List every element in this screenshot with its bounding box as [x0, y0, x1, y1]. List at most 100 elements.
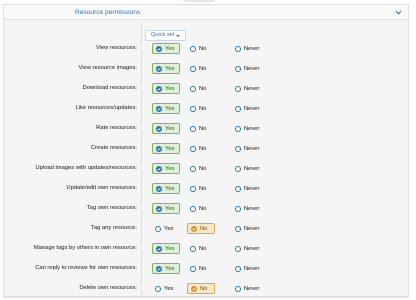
option-no[interactable]: No [187, 143, 215, 154]
option-yes-selected[interactable]: Yes [152, 163, 180, 174]
radio-checked-icon [191, 285, 197, 292]
option-yes-selected[interactable]: Yes [152, 43, 180, 54]
option-never[interactable]: Never [232, 103, 264, 114]
option-yes-selected[interactable]: Yes [152, 63, 180, 74]
radio-icon [235, 165, 241, 172]
permission-label: Download resources: [82, 85, 137, 91]
radio-icon [155, 285, 161, 292]
quick-set-label: Quick set [151, 32, 175, 38]
permission-row: Update/edit own resources: Yes No Never [4, 182, 408, 196]
permission-row: Tag any resource: Yes No Never [4, 222, 408, 236]
radio-icon [235, 145, 241, 152]
radio-checked-icon [156, 145, 162, 152]
section-title: Resource permissions [75, 9, 141, 16]
option-no[interactable]: No [187, 163, 215, 174]
permission-row: View resources: Yes No Never [4, 42, 408, 56]
option-yes-selected[interactable]: Yes [152, 263, 180, 274]
radio-icon [235, 125, 241, 132]
option-never[interactable]: Never [232, 43, 264, 54]
option-never[interactable]: Never [232, 183, 264, 194]
option-yes[interactable]: Yes [152, 223, 180, 234]
option-label: Yes [165, 265, 175, 272]
radio-icon [190, 185, 196, 192]
radio-icon [235, 205, 241, 212]
permission-row: Can reply to reviews for own resources: Y… [4, 262, 408, 276]
option-yes-selected[interactable]: Yes [152, 83, 180, 94]
option-label: Yes [165, 165, 175, 172]
radio-checked-icon [156, 265, 162, 272]
option-label: Yes [165, 45, 175, 52]
option-label: Never [244, 265, 260, 272]
quick-set-button[interactable]: Quick set [145, 30, 187, 41]
permission-row: Rate resources: Yes No Never [4, 122, 408, 136]
permission-row: Delete own resources: Yes No Never [4, 282, 408, 296]
option-label: No [199, 125, 207, 132]
option-no[interactable]: No [187, 243, 215, 254]
permission-label: View resources: [95, 45, 137, 51]
radio-icon [235, 65, 241, 72]
option-label: Yes [164, 225, 174, 232]
permission-label: Create resources: [90, 145, 137, 151]
option-never[interactable]: Never [232, 143, 264, 154]
option-never[interactable]: Never [232, 243, 264, 254]
option-no[interactable]: No [187, 63, 215, 74]
option-never[interactable]: Never [232, 283, 264, 294]
chevron-down-icon[interactable] [395, 9, 402, 16]
radio-icon [190, 105, 196, 112]
option-no[interactable]: No [187, 203, 215, 214]
option-no[interactable]: No [187, 83, 215, 94]
option-label: No [199, 165, 207, 172]
option-label: Never [244, 205, 260, 212]
permission-label: Like resources/updates: [75, 105, 137, 111]
radio-icon [235, 285, 241, 292]
radio-icon [235, 245, 241, 252]
option-never[interactable]: Never [232, 163, 264, 174]
caret-down-icon [176, 34, 181, 37]
option-yes-selected[interactable]: Yes [152, 143, 180, 154]
option-label: Never [244, 245, 260, 252]
option-no-selected[interactable]: No [187, 223, 215, 234]
option-never[interactable]: Never [232, 123, 264, 134]
permission-row: Upload images with updates/resources: Yes… [4, 162, 408, 176]
option-no[interactable]: No [187, 123, 215, 134]
option-never[interactable]: Never [232, 203, 264, 214]
option-yes-selected[interactable]: Yes [152, 123, 180, 134]
option-no[interactable]: No [187, 43, 215, 54]
option-never[interactable]: Never [232, 63, 264, 74]
permission-label: Rate resources: [96, 125, 137, 131]
radio-checked-icon [156, 85, 162, 92]
option-label: Never [244, 125, 260, 132]
option-never[interactable]: Never [232, 83, 264, 94]
option-yes-selected[interactable]: Yes [152, 203, 180, 214]
option-yes[interactable]: Yes [152, 283, 180, 294]
radio-checked-icon [156, 45, 162, 52]
radio-checked-icon [156, 125, 162, 132]
permission-row: Manage tags by others in own resource: Ye… [4, 242, 408, 256]
radio-icon [235, 45, 241, 52]
radio-checked-icon [156, 185, 162, 192]
option-label: No [199, 185, 207, 192]
option-never[interactable]: Never [232, 263, 264, 274]
radio-icon [190, 45, 196, 52]
option-yes-selected[interactable]: Yes [152, 103, 180, 114]
option-yes-selected[interactable]: Yes [152, 183, 180, 194]
permission-label: Tag own resources: [86, 205, 137, 211]
permission-row: View resource images: Yes No Never [4, 62, 408, 76]
option-no[interactable]: No [187, 183, 215, 194]
option-no[interactable]: No [187, 103, 215, 114]
option-label: Never [244, 225, 260, 232]
option-never[interactable]: Never [232, 223, 264, 234]
permission-label: Can reply to reviews for own resources: [35, 265, 137, 271]
option-label: Never [244, 165, 260, 172]
radio-icon [235, 225, 241, 232]
option-no-selected[interactable]: No [187, 283, 215, 294]
option-label: Never [244, 65, 260, 72]
option-no[interactable]: No [187, 263, 215, 274]
option-yes-selected[interactable]: Yes [152, 243, 180, 254]
radio-icon [190, 165, 196, 172]
radio-icon [155, 225, 161, 232]
option-label: Yes [165, 65, 175, 72]
option-label: Never [244, 185, 260, 192]
section-header-resource-permissions[interactable]: Resource permissions [4, 5, 408, 20]
radio-icon [190, 265, 196, 272]
